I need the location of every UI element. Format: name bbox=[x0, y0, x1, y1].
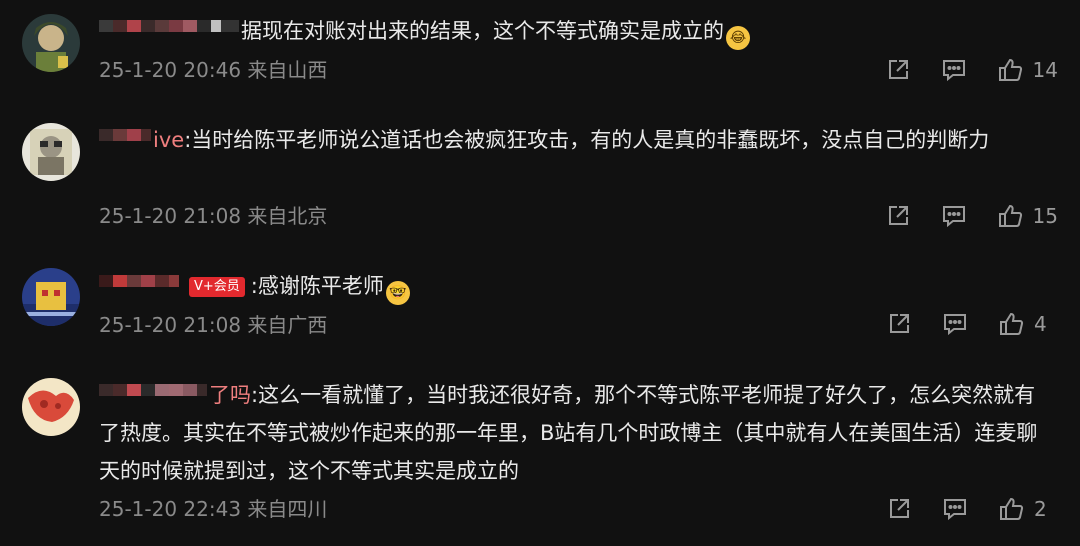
avatar[interactable] bbox=[22, 14, 80, 72]
location: 来自山西 bbox=[247, 58, 328, 82]
like-count: 2 bbox=[1034, 497, 1047, 521]
username-mosaic[interactable] bbox=[99, 384, 207, 408]
comment-actions: 15 bbox=[885, 201, 1058, 231]
comment-body: :当时给陈平老师说公道话也会被疯狂攻击，有的人是真的非蠢既坏，没点自己的判断力 bbox=[184, 128, 990, 152]
laughing-with-tears-icon: 😂 bbox=[726, 26, 750, 50]
like-icon[interactable] bbox=[997, 203, 1023, 229]
timestamp: 25-1-20 21:08 bbox=[99, 204, 242, 228]
comment-meta: 25-1-20 22:43 来自四川 bbox=[99, 495, 327, 523]
avatar[interactable] bbox=[22, 378, 80, 436]
timestamp: 25-1-20 21:08 bbox=[99, 313, 242, 337]
username[interactable]: ive bbox=[153, 128, 184, 152]
comment-text: 了吗:这么一看就懂了，当时我还很好奇，那个不等式陈平老师提了好久了，怎么突然就有… bbox=[99, 376, 1050, 490]
like-count: 15 bbox=[1032, 204, 1058, 228]
share-icon[interactable] bbox=[886, 311, 912, 337]
location: 来自广西 bbox=[247, 313, 328, 337]
username-mosaic[interactable] bbox=[99, 129, 151, 153]
avatar[interactable] bbox=[22, 123, 80, 181]
avatar[interactable] bbox=[22, 268, 80, 326]
vip-badge: V+会员 bbox=[189, 277, 245, 297]
share-icon[interactable] bbox=[885, 203, 911, 229]
nerd-glasses-icon: 🤓 bbox=[385, 281, 410, 305]
comment-meta: 25-1-20 21:08 来自广西 bbox=[99, 311, 327, 339]
reply-icon[interactable] bbox=[942, 496, 968, 522]
username[interactable]: 了吗 bbox=[209, 383, 251, 407]
username-mosaic[interactable] bbox=[99, 275, 179, 299]
reply-icon[interactable] bbox=[942, 311, 968, 337]
share-icon[interactable] bbox=[886, 496, 912, 522]
comment-text: 据现在对账对出来的结果，这个不等式确实是成立的 😂 bbox=[99, 12, 1050, 50]
comment-meta: 25-1-20 21:08 来自北京 bbox=[99, 202, 327, 230]
location: 来自北京 bbox=[247, 204, 328, 228]
like-icon[interactable] bbox=[998, 496, 1024, 522]
timestamp: 25-1-20 22:43 bbox=[99, 497, 242, 521]
reply-icon[interactable] bbox=[941, 57, 967, 83]
username-mosaic[interactable] bbox=[99, 20, 239, 44]
comment-actions: 2 bbox=[886, 494, 1058, 524]
comment-text: ive:当时给陈平老师说公道话也会被疯狂攻击，有的人是真的非蠢既坏，没点自己的判… bbox=[99, 121, 1050, 159]
timestamp: 25-1-20 20:46 bbox=[99, 58, 242, 82]
like-count: 14 bbox=[1032, 58, 1058, 82]
comment-actions: 4 bbox=[886, 309, 1058, 339]
comment-body: :感谢陈平老师 bbox=[250, 274, 384, 298]
share-icon[interactable] bbox=[885, 57, 911, 83]
comment-text: V+会员:感谢陈平老师 🤓 bbox=[99, 267, 1050, 305]
reply-icon[interactable] bbox=[941, 203, 967, 229]
like-icon[interactable] bbox=[998, 311, 1024, 337]
comment-meta: 25-1-20 20:46 来自山西 bbox=[99, 56, 327, 84]
comment-actions: 14 bbox=[885, 55, 1058, 85]
location: 来自四川 bbox=[247, 497, 328, 521]
like-count: 4 bbox=[1034, 312, 1047, 336]
like-icon[interactable] bbox=[997, 57, 1023, 83]
comment-body: 据现在对账对出来的结果，这个不等式确实是成立的 bbox=[241, 19, 724, 43]
